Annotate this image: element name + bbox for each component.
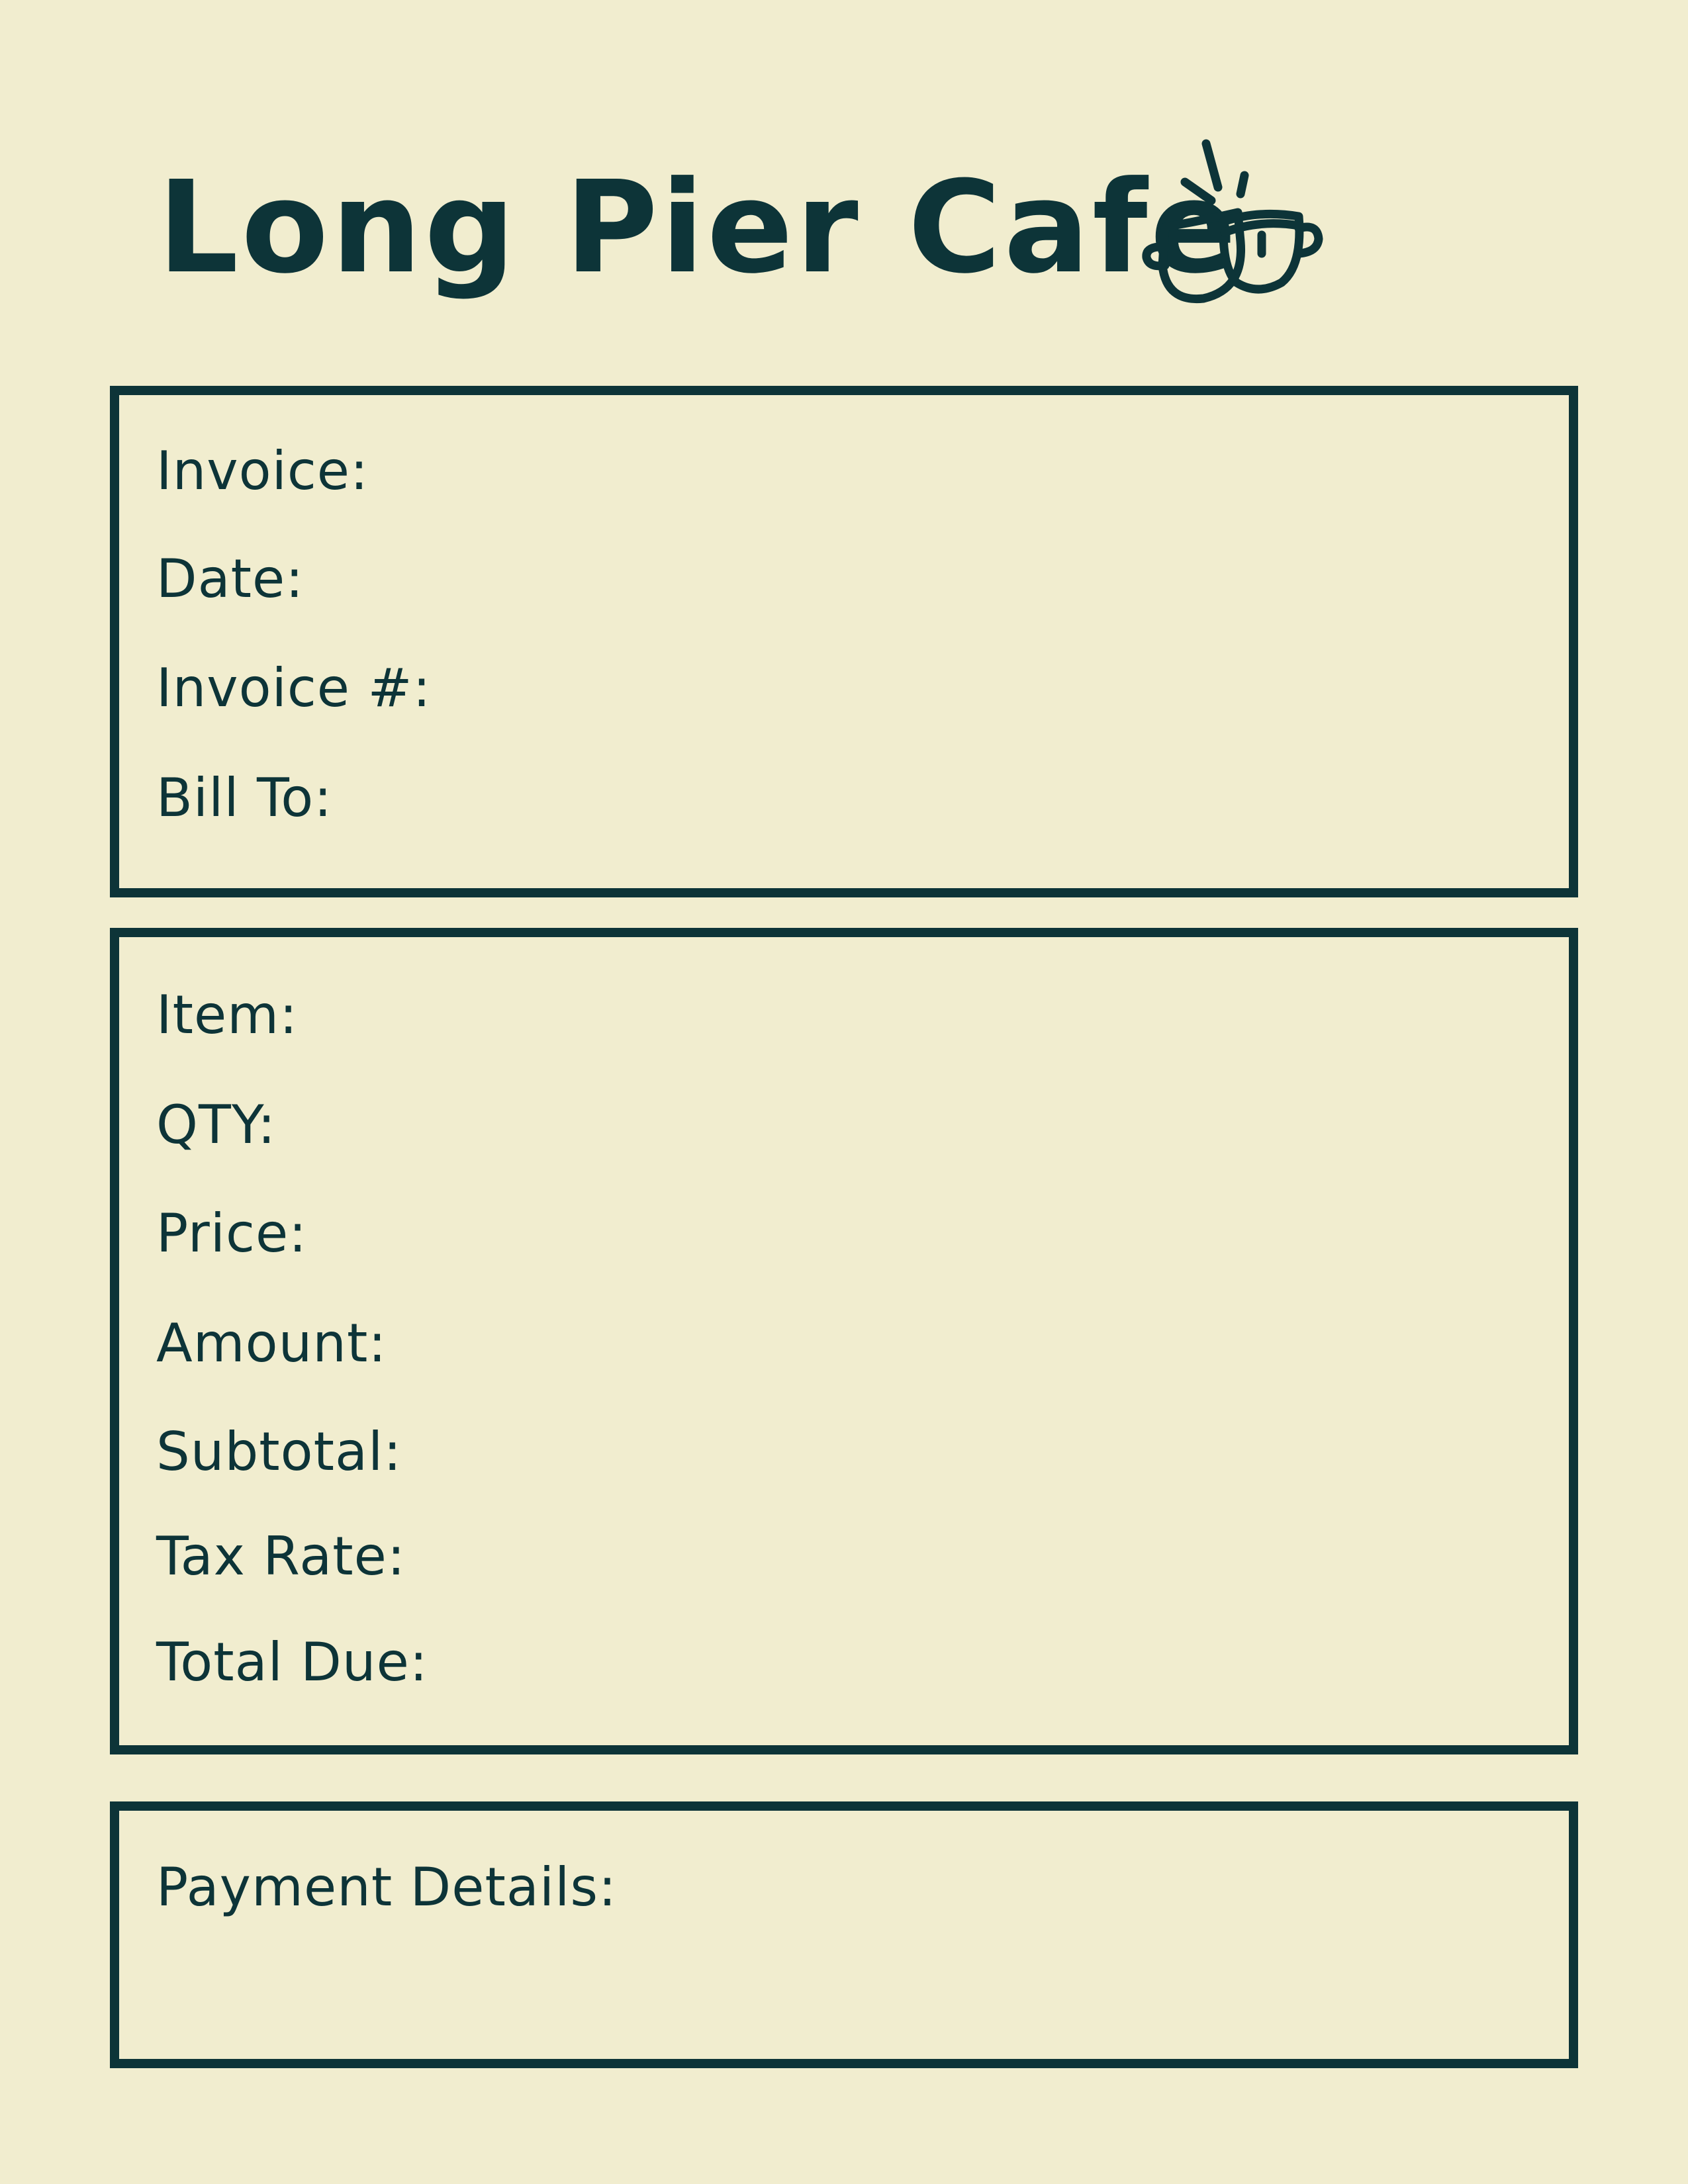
- amount-label: Amount:: [156, 1312, 387, 1374]
- payment-details-box: [110, 1801, 1578, 2068]
- cafe-name-title: Long Pier Cafe: [158, 154, 1239, 302]
- item-label: Item:: [156, 984, 299, 1046]
- total-due-label: Total Due:: [156, 1631, 428, 1693]
- bill-to-label: Bill To:: [156, 767, 333, 829]
- coffee-cup-icon: [1142, 139, 1323, 304]
- tax-rate-label: Tax Rate:: [156, 1525, 406, 1587]
- price-label: Price:: [156, 1203, 308, 1264]
- subtotal-label: Subtotal:: [156, 1421, 402, 1482]
- date-label: Date:: [156, 548, 305, 610]
- payment-details-label: Payment Details:: [156, 1856, 617, 1918]
- invoice-label: Invoice:: [156, 440, 369, 502]
- qty-label: QTY:: [156, 1094, 277, 1156]
- invoice-number-label: Invoice #:: [156, 657, 432, 719]
